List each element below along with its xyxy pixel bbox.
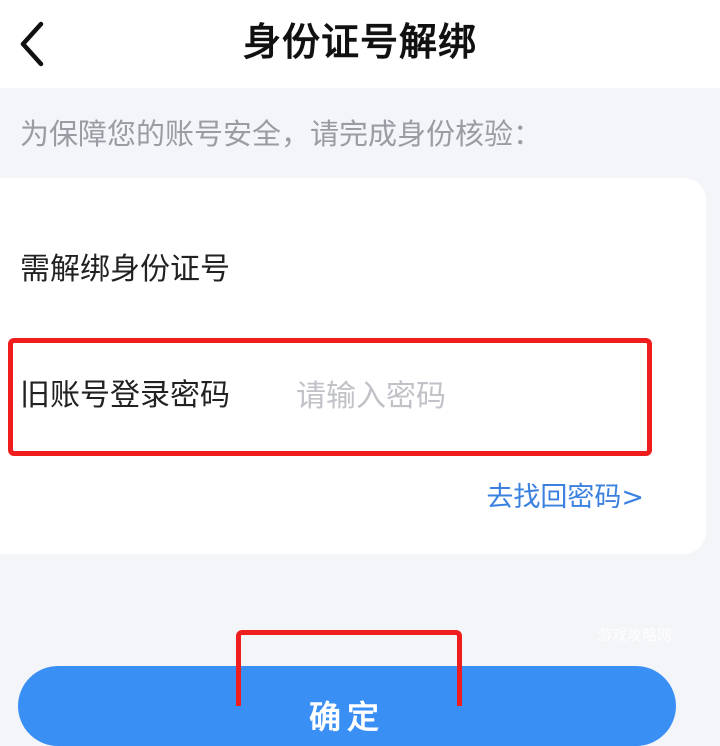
unbind-form-card: 需解绑身份证号 旧账号登录密码 去找回密码> [0,178,706,554]
nav-header: 身份证号解绑 [0,0,720,88]
password-label: 旧账号登录密码 [20,378,230,413]
security-notice: 为保障您的账号安全，请完成身份核验： [20,117,543,151]
confirm-button[interactable]: 确定 [18,666,676,746]
id-number-label: 需解绑身份证号 [20,252,230,287]
recover-password-link[interactable]: 去找回密码> [486,478,644,518]
watermark: 游戏攻略网 [596,626,672,644]
confirm-button-label: 确定 [308,698,385,736]
password-input[interactable] [296,374,636,418]
page-title: 身份证号解绑 [242,20,477,64]
